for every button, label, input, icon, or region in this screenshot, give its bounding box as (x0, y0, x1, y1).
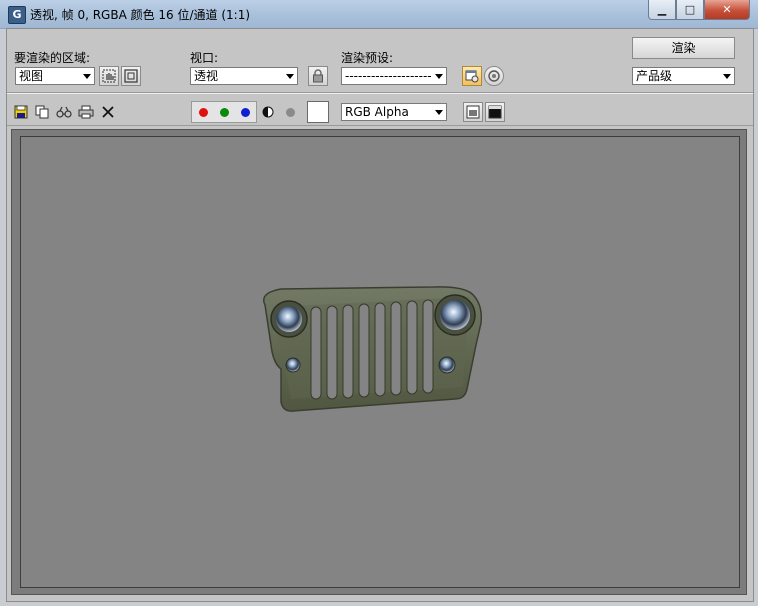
preset-value: -------------------- (345, 69, 432, 83)
render-area-value: 视图 (19, 69, 44, 83)
gear-icon (488, 70, 500, 82)
chevron-down-icon (435, 74, 443, 79)
preset-label: 渲染预设: (341, 51, 394, 65)
channel-toggle-group (191, 101, 257, 123)
lock-viewport-button[interactable] (308, 66, 328, 86)
quality-value: 产品级 (636, 69, 673, 83)
save-image-button[interactable] (13, 104, 29, 120)
render-area-select[interactable]: 视图 (15, 67, 95, 85)
copy-icon (35, 105, 49, 119)
render-setup-icon (465, 70, 479, 83)
channel-select[interactable]: RGB Alpha (341, 103, 447, 121)
render-output-area (11, 129, 747, 595)
viewport-label: 视口: (190, 51, 219, 65)
close-button[interactable]: ✕ (704, 0, 750, 20)
region-frame-icon (124, 69, 138, 83)
alpha-channel-toggle[interactable] (260, 104, 276, 120)
close-icon (102, 106, 114, 118)
channel-value: RGB Alpha (345, 105, 409, 119)
green-dot-icon (219, 107, 229, 117)
toggle-ui-button[interactable] (485, 102, 505, 122)
save-icon (14, 105, 28, 119)
copy-image-button[interactable] (34, 104, 50, 120)
maximize-button[interactable]: □ (676, 0, 704, 20)
rendered-image (20, 136, 740, 588)
divider (7, 125, 753, 126)
blue-channel-toggle[interactable] (236, 104, 254, 120)
window-overlay-icon (466, 105, 480, 119)
divider (7, 93, 753, 94)
environment-button[interactable] (484, 66, 504, 86)
clear-button[interactable] (100, 104, 116, 120)
toggle-ui-overlays-button[interactable] (463, 102, 483, 122)
gray-dot-icon (285, 107, 295, 117)
color-swatch[interactable] (307, 101, 329, 123)
quality-select[interactable]: 产品级 (632, 67, 735, 85)
app-icon: G (8, 6, 26, 24)
render-frame-window: 要渲染的区域: 视口: 渲染预设: 渲染 视图 透视 -------------… (6, 28, 754, 602)
render-button[interactable]: 渲染 (632, 37, 735, 59)
half-circle-icon (262, 106, 274, 118)
red-channel-toggle[interactable] (194, 104, 212, 120)
window-controls: ▁ □ ✕ (648, 0, 750, 20)
chevron-down-icon (286, 74, 294, 79)
lock-icon (313, 69, 323, 83)
viewport-select[interactable]: 透视 (190, 67, 298, 85)
red-dot-icon (198, 107, 208, 117)
clone-window-button[interactable] (56, 104, 72, 120)
clone-icon (56, 106, 72, 118)
render-area-label: 要渲染的区域: (14, 51, 91, 65)
edit-region-button[interactable] (99, 66, 119, 86)
jeep-grille-render (263, 286, 483, 412)
print-button[interactable] (78, 104, 94, 120)
window-title: 透视, 帧 0, RGBA 颜色 16 位/通道 (1:1) (30, 8, 251, 22)
monochrome-toggle[interactable] (282, 104, 298, 120)
preset-select[interactable]: -------------------- (341, 67, 447, 85)
auto-region-button[interactable] (121, 66, 141, 86)
printer-icon (78, 105, 94, 119)
minimize-button[interactable]: ▁ (648, 0, 676, 20)
green-channel-toggle[interactable] (215, 104, 233, 120)
chevron-down-icon (723, 74, 731, 79)
chevron-down-icon (83, 74, 91, 79)
display-icon (488, 105, 502, 119)
hand-region-icon (102, 69, 116, 83)
title-bar: G 透视, 帧 0, RGBA 颜色 16 位/通道 (1:1) ▁ □ ✕ (0, 0, 758, 29)
viewport-value: 透视 (194, 69, 219, 83)
blue-dot-icon (240, 107, 250, 117)
close-icon: ✕ (722, 3, 732, 16)
chevron-down-icon (435, 110, 443, 115)
maximize-icon: □ (684, 3, 696, 16)
minimize-icon: ▁ (657, 3, 667, 16)
render-setup-button[interactable] (462, 66, 482, 86)
